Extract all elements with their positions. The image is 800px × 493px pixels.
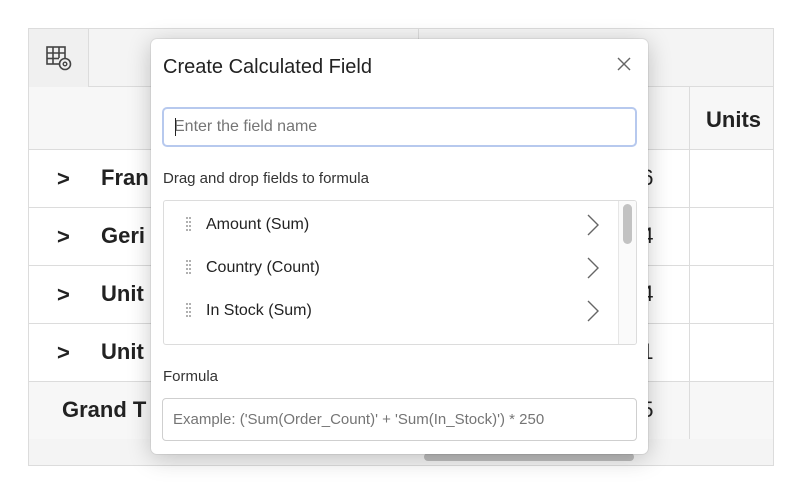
expand-chevron-icon[interactable]: > [57,340,70,366]
column-divider [689,324,690,382]
close-icon [617,57,631,71]
row-label: Fran [101,165,149,190]
drag-grip-icon[interactable] [186,217,192,233]
field-label: Country (Count) [206,259,320,276]
dialog-title: Create Calculated Field [163,56,372,78]
expand-chevron-icon[interactable]: > [57,224,70,250]
list-item[interactable]: Country (Count) [164,246,616,289]
column-divider [689,150,690,208]
field-label: In Stock (Sum) [206,302,312,319]
text-cursor [175,118,176,136]
list-item[interactable]: In Stock (Sum) [164,289,616,332]
vertical-scrollbar[interactable] [618,201,636,344]
field-list-button[interactable] [29,29,89,87]
drag-drop-label: Drag and drop fields to formula [163,170,369,187]
column-divider [689,266,690,324]
formula-input[interactable] [162,398,637,441]
list-item[interactable]: Amount (Sum) [164,203,616,246]
field-list[interactable]: Amount (Sum) Country (Count) In Stock (S… [163,200,637,345]
row-label: Unit [101,339,144,364]
chevron-right-icon[interactable] [586,299,600,323]
horizontal-scrollbar[interactable] [424,453,634,461]
scrollbar-thumb[interactable] [623,204,632,244]
column-divider [689,208,690,266]
row-label: Geri [101,223,146,248]
column-divider [689,382,690,440]
drag-grip-icon[interactable] [186,260,192,276]
table-settings-icon [45,46,71,71]
chevron-right-icon[interactable] [586,213,600,237]
grand-total-label: Grand T [62,397,147,422]
formula-label: Formula [163,368,219,385]
row-label: Unit [101,281,144,306]
field-name-input[interactable] [162,107,637,147]
expand-chevron-icon[interactable]: > [57,166,70,192]
units-column-header[interactable]: Units [689,87,773,150]
calculated-field-dialog: Create Calculated Field Drag and drop fi… [151,39,648,454]
close-button[interactable] [613,53,635,75]
chevron-right-icon[interactable] [586,256,600,280]
drag-grip-icon[interactable] [186,303,192,319]
expand-chevron-icon[interactable]: > [57,282,70,308]
field-label: Amount (Sum) [206,216,310,233]
